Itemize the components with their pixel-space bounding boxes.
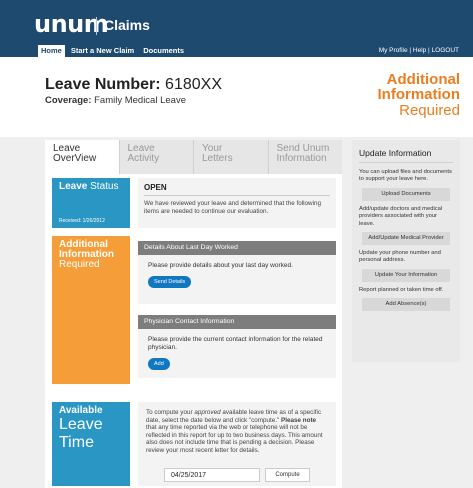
leave-number: 6180XX bbox=[165, 76, 222, 93]
received-date: Received: 1/26/2012 bbox=[59, 218, 105, 224]
coverage-value: Family Medical Leave bbox=[94, 95, 186, 106]
card-body: Please provide the current contact infor… bbox=[148, 336, 323, 351]
desc-emphasis: approved bbox=[194, 409, 221, 416]
additional-line-3: Required bbox=[59, 259, 100, 270]
utility-links[interactable]: My Profile | Help | LOGOUT bbox=[379, 46, 459, 56]
panel-text: You can upload files and documents to su… bbox=[359, 169, 452, 183]
page-title: Leave Number: 6180XX bbox=[45, 76, 222, 94]
card-body: Please provide details about your last d… bbox=[148, 262, 293, 269]
main-nav: Home Start a New Claim Documents bbox=[38, 45, 190, 57]
add-absences-button[interactable]: Add Absence(s) bbox=[362, 298, 450, 312]
app-header: unum Claims Home Start a New Claim Docum… bbox=[0, 0, 473, 57]
available-line-2: Leave Time bbox=[59, 416, 103, 451]
upload-documents-button[interactable]: Upload Documents bbox=[362, 187, 450, 201]
physician-contact-card: Physician Contact Information Please pro… bbox=[138, 315, 336, 378]
tab-label: OverView bbox=[53, 153, 97, 164]
leave-number-label: Leave Number: bbox=[45, 76, 161, 93]
available-line-1: Available bbox=[59, 405, 103, 416]
update-your-information-button[interactable]: Update Your Information bbox=[362, 268, 450, 282]
coverage: Coverage: Family Medical Leave bbox=[45, 95, 186, 106]
available-leave-panel: To compute your approved available leave… bbox=[138, 402, 336, 486]
unum-logo[interactable]: unum bbox=[34, 10, 109, 38]
app-name: Claims bbox=[104, 17, 150, 33]
leave-tabs: Leave OverView Leave Activity Your Lette… bbox=[45, 140, 342, 174]
coverage-label: Coverage: bbox=[45, 95, 92, 106]
compute-button[interactable]: Compute bbox=[265, 468, 310, 482]
card-title: Details About Last Day Worked bbox=[138, 241, 336, 255]
compute-row: 04/25/2017 Compute bbox=[164, 468, 310, 482]
desc-note: Please note bbox=[281, 416, 317, 424]
send-details-button[interactable]: Send Details bbox=[148, 276, 192, 288]
tab-send-unum-information[interactable]: Send Unum Information bbox=[267, 140, 343, 174]
desc-part: To compute your bbox=[146, 409, 195, 416]
date-input[interactable]: 04/25/2017 bbox=[164, 468, 260, 482]
tab-leave-overview[interactable]: Leave OverView bbox=[45, 140, 119, 174]
status-message: We have reviewed your leave and determin… bbox=[144, 200, 322, 215]
add-physician-button[interactable]: Add bbox=[148, 358, 170, 370]
panel-text: Report planned or taken time off. bbox=[359, 286, 444, 293]
tab-leave-activity[interactable]: Leave Activity bbox=[118, 140, 194, 174]
status-heading: Leave bbox=[59, 181, 88, 192]
tab-label: Letters bbox=[202, 153, 233, 164]
available-description: To compute your approved available leave… bbox=[146, 409, 328, 455]
logo-divider bbox=[96, 17, 97, 35]
desc-part: that any time reported via the web or te… bbox=[146, 424, 323, 454]
card-title: Physician Contact Information bbox=[138, 315, 336, 329]
tab-your-letters[interactable]: Your Letters bbox=[193, 140, 268, 174]
nav-start-new-claim[interactable]: Start a New Claim bbox=[68, 45, 137, 57]
tab-label: Information bbox=[276, 153, 327, 164]
update-information-panel: Update Information You can upload files … bbox=[352, 140, 460, 362]
nav-documents[interactable]: Documents bbox=[140, 45, 187, 57]
additional-info-label: Additional Information Required bbox=[52, 236, 130, 384]
nav-home[interactable]: Home bbox=[38, 45, 65, 57]
update-medical-provider-button[interactable]: Add/Update Medical Provider bbox=[362, 232, 450, 246]
status-value: OPEN bbox=[144, 183, 330, 196]
alert-line-1: Additional bbox=[386, 71, 460, 88]
alert-line-2: Information bbox=[377, 86, 461, 103]
available-leave-label: Available Leave Time bbox=[52, 402, 130, 486]
last-day-worked-card: Details About Last Day Worked Please pro… bbox=[138, 241, 336, 304]
leave-status-panel: OPEN We have reviewed your leave and det… bbox=[138, 178, 336, 228]
panel-text: Add/update doctors and medical providers… bbox=[359, 205, 443, 227]
panel-title: Update Information bbox=[359, 148, 453, 163]
alert-required: Required bbox=[399, 102, 460, 119]
panel-text: Update your phone number and personal ad… bbox=[359, 250, 441, 264]
tab-label: Activity bbox=[127, 153, 160, 164]
leave-status-label: Leave Status Received: 1/26/2012 bbox=[52, 178, 130, 228]
alert-heading: Additional Information bbox=[340, 71, 461, 103]
status-heading-rest: Status bbox=[90, 181, 119, 192]
